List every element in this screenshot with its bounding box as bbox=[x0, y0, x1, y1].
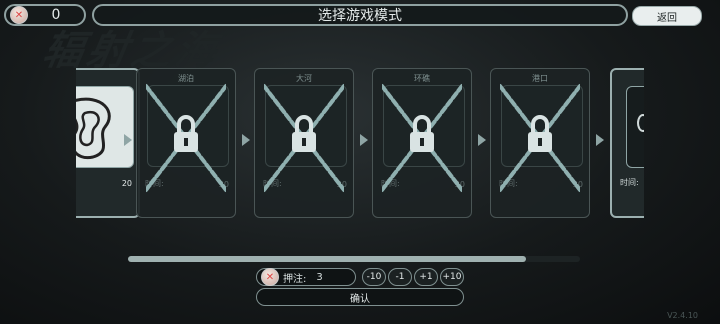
chain-lock-icon bbox=[264, 84, 344, 192]
chain-lock-icon bbox=[382, 84, 462, 192]
mode-carousel[interactable]: 20 湖泊 时间: 20 大河 时间: 20 环礁 时间: 20 港口 时间: … bbox=[76, 68, 644, 220]
chevron-right-icon bbox=[242, 134, 250, 146]
confirm-button[interactable]: 确认 bbox=[256, 288, 464, 306]
chevron-right-icon bbox=[478, 134, 486, 146]
contour-map-icon bbox=[637, 114, 644, 132]
currency-value: 0 bbox=[51, 7, 61, 23]
scrollbar-thumb[interactable] bbox=[128, 256, 526, 262]
chevron-right-icon bbox=[124, 134, 132, 146]
mode-card-5[interactable]: 时间: bbox=[610, 68, 644, 218]
coin-icon: ✕ bbox=[10, 6, 28, 24]
chevron-right-icon bbox=[360, 134, 368, 146]
contour-map-icon bbox=[76, 97, 111, 160]
chain-lock-icon bbox=[500, 84, 580, 192]
version-label: V2.4.10 bbox=[667, 311, 698, 320]
bet-value: 3 bbox=[316, 271, 323, 283]
currency-display: ✕ 0 bbox=[4, 4, 86, 26]
map-thumbnail bbox=[626, 86, 644, 168]
carousel-scrollbar[interactable] bbox=[128, 256, 580, 262]
back-button[interactable]: 返回 bbox=[632, 6, 702, 26]
chevron-right-icon bbox=[596, 134, 604, 146]
bet-label: 押注: bbox=[283, 273, 307, 285]
map-thumbnail bbox=[76, 86, 134, 168]
bet-minus-1-button[interactable]: -1 bbox=[388, 268, 412, 286]
bet-display: ✕ 押注: 3 bbox=[256, 268, 356, 286]
mode-time-label: 时间: bbox=[620, 178, 639, 187]
coin-icon: ✕ bbox=[261, 268, 279, 286]
page-title: 选择游戏模式 bbox=[92, 4, 628, 26]
chain-lock-icon bbox=[146, 84, 226, 192]
bet-minus-10-button[interactable]: -10 bbox=[362, 268, 386, 286]
bet-plus-1-button[interactable]: +1 bbox=[414, 268, 438, 286]
mode-score: 20 bbox=[121, 179, 132, 188]
bet-plus-10-button[interactable]: +10 bbox=[440, 268, 464, 286]
